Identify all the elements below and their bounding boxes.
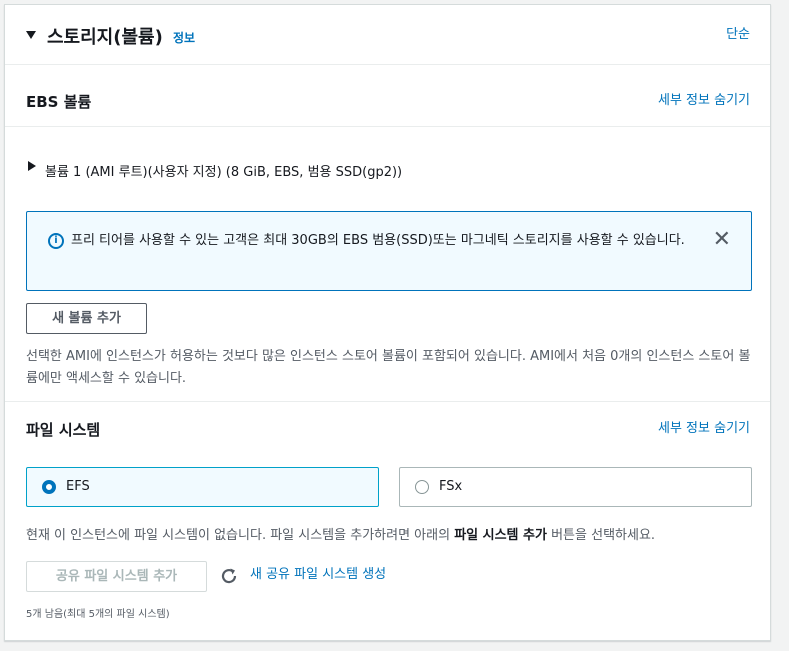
create-new-file-system-link[interactable]: 새 공유 파일 시스템 생성 xyxy=(250,563,386,582)
file-systems-title: 파일 시스템 xyxy=(26,421,101,439)
fs-desc-suffix: 버튼을 선택하세요. xyxy=(546,528,656,543)
file-systems-hide-details-link[interactable]: 세부 정보 숨기기 xyxy=(658,417,750,436)
ebs-hide-details-link[interactable]: 세부 정보 숨기기 xyxy=(658,89,750,108)
refresh-icon[interactable] xyxy=(218,565,240,587)
ebs-section-title: EBS 볼륨 xyxy=(26,93,92,111)
simple-view-link[interactable]: 단순 xyxy=(726,23,750,42)
efs-label: EFS xyxy=(66,479,90,494)
alert-text: 프리 티어를 사용할 수 있는 고객은 최대 30GB의 EBS 범용(SSD)… xyxy=(71,233,685,248)
ebs-section-header: EBS 볼륨 세부 정보 숨기기 xyxy=(5,65,770,127)
fsx-label: FSx xyxy=(439,479,463,494)
storage-panel: 스토리지(볼륨) 정보 단순 EBS 볼륨 세부 정보 숨기기 볼륨 1 (AM… xyxy=(4,4,771,641)
fs-desc-bold: 파일 시스템 추가 xyxy=(454,528,547,543)
efs-radio[interactable] xyxy=(42,480,56,494)
add-volume-button[interactable]: 새 볼륨 추가 xyxy=(26,303,147,334)
efs-option-tile[interactable]: EFS xyxy=(26,467,379,507)
fsx-radio[interactable] xyxy=(415,480,429,494)
section-divider xyxy=(5,401,770,402)
remaining-count: 5개 남음(최대 5개의 파일 시스템) xyxy=(26,609,170,620)
collapse-caret-icon[interactable] xyxy=(26,31,36,39)
volume-1-label: 볼륨 1 (AMI 루트)(사용자 지정) (8 GiB, EBS, 범용 SS… xyxy=(45,165,403,180)
close-icon[interactable]: ✕ xyxy=(713,229,731,251)
fs-desc-prefix: 현재 이 인스턴스에 파일 시스템이 없습니다. 파일 시스템을 추가하려면 아… xyxy=(26,528,455,543)
add-shared-file-system-button[interactable]: 공유 파일 시스템 추가 xyxy=(26,561,207,592)
fsx-option-tile[interactable]: FSx xyxy=(399,467,752,507)
file-systems-description: 현재 이 인스턴스에 파일 시스템이 없습니다. 파일 시스템을 추가하려면 아… xyxy=(26,524,655,543)
info-icon: i xyxy=(48,233,64,249)
instance-store-description: 선택한 AMI에 인스턴스가 허용하는 것보다 많은 인스턴스 스토어 볼륨이 … xyxy=(26,349,751,386)
info-link[interactable]: 정보 xyxy=(173,29,195,46)
free-tier-alert: i 프리 티어를 사용할 수 있는 고객은 최대 30GB의 EBS 범용(SS… xyxy=(26,211,752,291)
panel-header: 스토리지(볼륨) 정보 단순 xyxy=(5,5,770,65)
expand-caret-icon[interactable] xyxy=(28,161,36,171)
panel-title: 스토리지(볼륨) xyxy=(47,27,163,48)
